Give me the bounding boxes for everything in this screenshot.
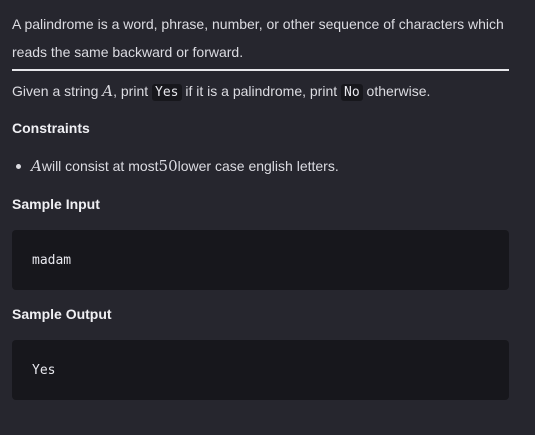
constraint-text-1: will consist at most [41,158,159,174]
sample-input-heading: Sample Input [12,196,100,212]
constraint-variable: A [31,157,42,175]
sample-input-block[interactable]: madam [12,230,509,290]
constraints-list: A will consist at most 50 lower case eng… [12,155,339,177]
variable-a: A [102,82,114,100]
sample-output-heading: Sample Output [12,306,112,322]
problem-intro: A palindrome is a word, phrase, number, … [12,10,512,66]
statement-text-2: , print [113,83,153,99]
statement-text-1: Given a string [12,83,103,99]
sample-input-text: madam [32,252,72,268]
constraint-text-2: lower case english letters. [177,158,339,174]
inline-code-yes: Yes [152,84,182,101]
bullet-icon [16,163,21,169]
problem-panel: A palindrome is a word, phrase, number, … [0,0,535,435]
statement-text-3: if it is a palindrome, print [181,83,342,99]
sample-output-block[interactable]: Yes [12,340,509,400]
inline-code-no: No [341,84,363,101]
constraint-item: A will consist at most 50 lower case eng… [12,155,339,177]
sample-output-text: Yes [32,362,56,378]
constraint-number: 50 [158,157,178,175]
intro-line-1: A palindrome is a word, phrase, number, … [12,16,504,32]
statement-text-4: otherwise. [362,83,431,99]
problem-statement: Given a string A, print Yes if it is a p… [12,80,430,104]
section-divider [12,69,509,71]
intro-line-2: reads the same backward or forward. [12,44,244,60]
constraints-heading: Constraints [12,120,90,136]
